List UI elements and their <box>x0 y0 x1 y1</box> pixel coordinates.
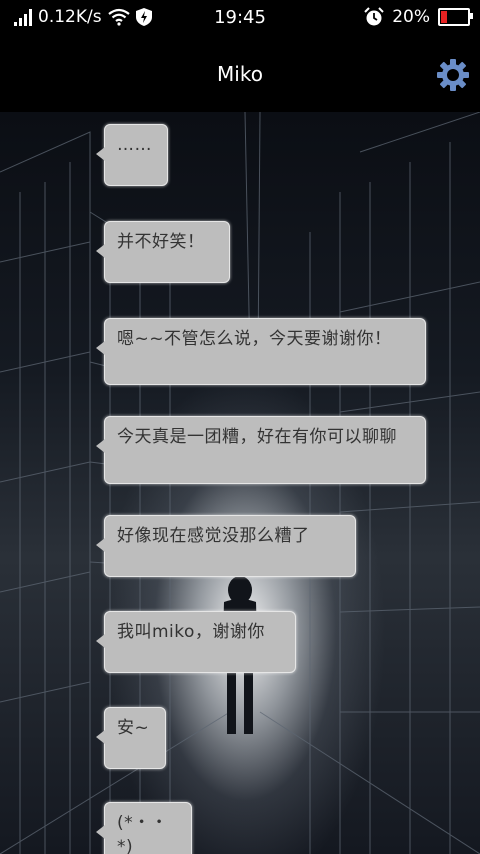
chat-message-bubble[interactable]: 今天真是一团糟，好在有你可以聊聊 <box>96 416 426 484</box>
title-bar: Miko <box>0 36 480 112</box>
battery-icon <box>438 8 473 26</box>
settings-gear-icon[interactable] <box>436 58 470 92</box>
chat-message-bubble[interactable]: 并不好笑！ <box>96 221 230 283</box>
chat-message-bubble[interactable]: 嗯~~不管怎么说，今天要谢谢你！ <box>96 318 426 385</box>
chat-message-bubble[interactable]: …… <box>96 124 168 186</box>
chat-message-bubble[interactable]: 安~ <box>96 707 166 769</box>
alarm-icon <box>364 7 384 26</box>
chat-message-bubble[interactable]: 好像现在感觉没那么糟了 <box>96 515 356 577</box>
chat-message-bubble[interactable]: (*・・*) <box>96 802 192 854</box>
battery-level <box>441 11 447 23</box>
chat-title: Miko <box>217 62 263 86</box>
battery-percent: 20% <box>392 7 430 27</box>
status-bar: 0.12K/s 19:45 20% <box>0 0 480 36</box>
chat-message-bubble[interactable]: 我叫miko，谢谢你 <box>96 611 296 673</box>
chat-area[interactable]: …… 并不好笑！ 嗯~~不管怎么说，今天要谢谢你！ 今天真是一团糟，好在有你可以… <box>0 112 480 854</box>
status-right: 20% <box>364 7 473 27</box>
